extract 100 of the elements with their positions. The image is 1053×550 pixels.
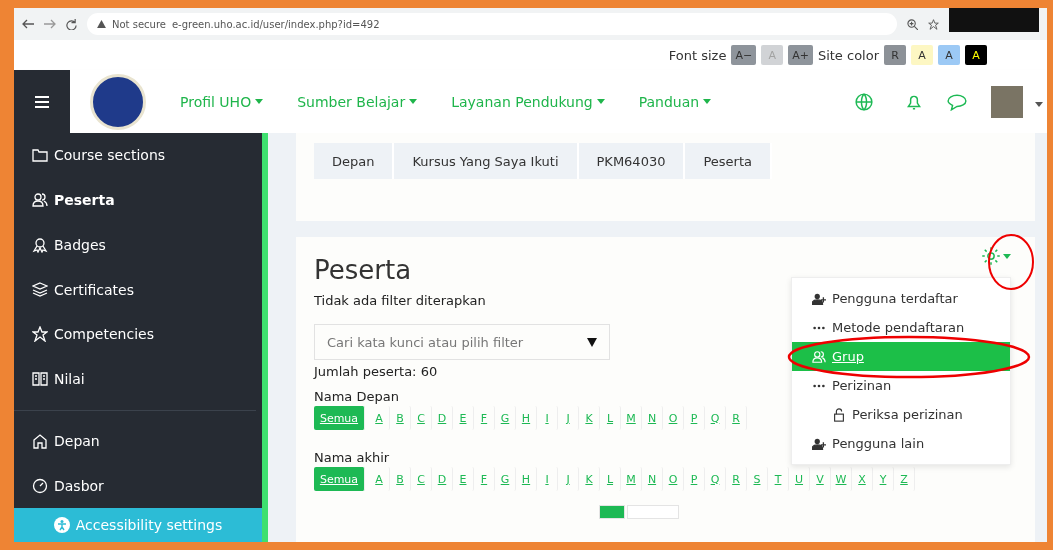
initial-filter[interactable]: C (411, 467, 432, 491)
site-color-button[interactable]: A (965, 45, 987, 65)
initial-filter[interactable]: F (474, 406, 495, 430)
menu-button[interactable] (14, 70, 70, 133)
initial-filter[interactable]: U (789, 467, 810, 491)
reload-icon[interactable] (66, 18, 77, 30)
initial-filter[interactable]: Q (705, 406, 726, 430)
initial-filter[interactable]: A (369, 406, 390, 430)
initial-filter[interactable]: Y (873, 467, 894, 491)
sidebar-item[interactable]: Badges (14, 222, 262, 268)
site-color-button[interactable]: R (884, 45, 906, 65)
initial-filter[interactable]: R (726, 406, 747, 430)
initial-filter[interactable]: I (537, 406, 558, 430)
initial-filter[interactable]: D (432, 467, 453, 491)
security-label: Not secure (112, 18, 166, 30)
initial-filter[interactable]: H (516, 467, 537, 491)
initial-filter[interactable]: P (684, 406, 705, 430)
initial-filter[interactable]: X (852, 467, 873, 491)
menu-item[interactable]: Pengguna lain (792, 429, 1010, 458)
initial-filter[interactable]: M (621, 406, 642, 430)
menu-item[interactable]: Grup (792, 342, 1010, 371)
initial-filter[interactable]: J (558, 467, 579, 491)
breadcrumb-item[interactable]: Kursus Yang Saya Ikuti (394, 143, 579, 179)
menu-item[interactable]: Perizinan (792, 371, 1010, 400)
initial-filter[interactable]: N (642, 406, 663, 430)
initial-filter[interactable]: E (453, 467, 474, 491)
initial-filter[interactable]: W (831, 467, 852, 491)
initial-filter[interactable]: T (768, 467, 789, 491)
initial-filter[interactable]: H (516, 406, 537, 430)
menu-item[interactable]: Periksa perizinan (792, 400, 1010, 429)
sidebar-item[interactable]: Dasbor (14, 463, 262, 509)
initial-filter[interactable]: B (390, 406, 411, 430)
user-plus-icon (812, 291, 826, 306)
address-bar[interactable]: Not secure e-green.uho.ac.id/user/index.php?id=492 (87, 13, 897, 35)
initial-filter[interactable]: B (390, 467, 411, 491)
layers-icon (32, 281, 48, 298)
sidebar-item[interactable]: Competencies (14, 312, 262, 357)
initial-filter[interactable]: D (432, 406, 453, 430)
breadcrumb-item[interactable]: Peserta (685, 143, 772, 179)
sidebar-item[interactable]: Nilai (14, 356, 262, 402)
font-size-button[interactable]: A+ (788, 45, 813, 65)
menu-item[interactable]: Metode pendaftaran (792, 313, 1010, 342)
nav-menu[interactable]: Panduan (632, 92, 718, 111)
initial-filter[interactable]: L (600, 467, 621, 491)
initial-filter[interactable]: Q (705, 467, 726, 491)
url-text: e-green.uho.ac.id/user/index.php?id=492 (171, 18, 380, 30)
globe-icon[interactable] (855, 92, 873, 111)
initial-filter[interactable]: E (453, 406, 474, 430)
initial-filter[interactable]: V (810, 467, 831, 491)
breadcrumb-item[interactable]: Depan (314, 143, 395, 179)
sidebar-item[interactable]: Depan (14, 418, 262, 464)
initial-filter[interactable]: L (600, 406, 621, 430)
nav-menu[interactable]: Profil UHO (174, 92, 270, 111)
menu-icon (35, 95, 49, 108)
back-icon[interactable] (22, 19, 34, 29)
initial-filter[interactable]: Z (894, 467, 915, 491)
initial-filter[interactable]: O (663, 467, 684, 491)
forward-icon[interactable] (44, 19, 56, 29)
star-icon[interactable] (928, 18, 939, 30)
initial-filter[interactable]: R (726, 467, 747, 491)
initial-filter[interactable]: Semua (314, 467, 365, 491)
initial-filter[interactable]: A (369, 467, 390, 491)
menu-item[interactable]: Pengguna terdaftar (792, 284, 1010, 313)
initial-filter[interactable]: P (684, 467, 705, 491)
initial-filter[interactable]: M (621, 467, 642, 491)
caret-icon (703, 99, 712, 104)
initial-filter[interactable]: N (642, 467, 663, 491)
initial-filter[interactable]: G (495, 406, 516, 430)
initial-filter[interactable]: S (747, 467, 768, 491)
caret-icon (596, 99, 605, 104)
accessibility-icon (53, 517, 70, 534)
initial-filter[interactable]: K (579, 406, 600, 430)
accessibility-settings-button[interactable]: Accessibility settings (14, 508, 262, 542)
filter-status: Tidak ada filter diterapkan (314, 293, 486, 308)
avatar-placeholder[interactable] (991, 85, 1023, 118)
initials-label: Nama Depan (314, 389, 399, 404)
initial-filter[interactable]: Semua (314, 406, 365, 430)
site-color-button[interactable]: A (938, 45, 960, 65)
font-size-button[interactable]: A− (731, 45, 757, 65)
initial-filter[interactable]: K (579, 467, 600, 491)
chat-icon[interactable] (947, 92, 967, 111)
users-icon (32, 192, 48, 209)
initial-filter[interactable]: J (558, 406, 579, 430)
sidebar-item[interactable]: Course sections (14, 133, 262, 178)
initial-filter[interactable]: O (663, 406, 684, 430)
caret-icon (409, 99, 418, 104)
initial-filter[interactable]: I (537, 467, 558, 491)
breadcrumb-item[interactable]: PKM64030 (578, 143, 686, 179)
nav-menu[interactable]: Sumber Belajar (291, 92, 424, 111)
initial-filter[interactable]: C (411, 406, 432, 430)
sidebar-item[interactable]: Certificates (14, 267, 262, 313)
zoom-icon[interactable] (907, 18, 918, 30)
site-color-button[interactable]: A (911, 45, 933, 65)
initial-filter[interactable]: G (495, 467, 516, 491)
site-color-label: Site color (817, 47, 879, 63)
sidebar-item[interactable]: Peserta (14, 177, 262, 223)
search-field[interactable]: Cari kata kunci atau pilih filter (314, 324, 610, 360)
initial-filter[interactable]: F (474, 467, 495, 491)
nav-menu[interactable]: Layanan Pendukung (445, 92, 611, 111)
user-plus-icon (812, 436, 826, 451)
